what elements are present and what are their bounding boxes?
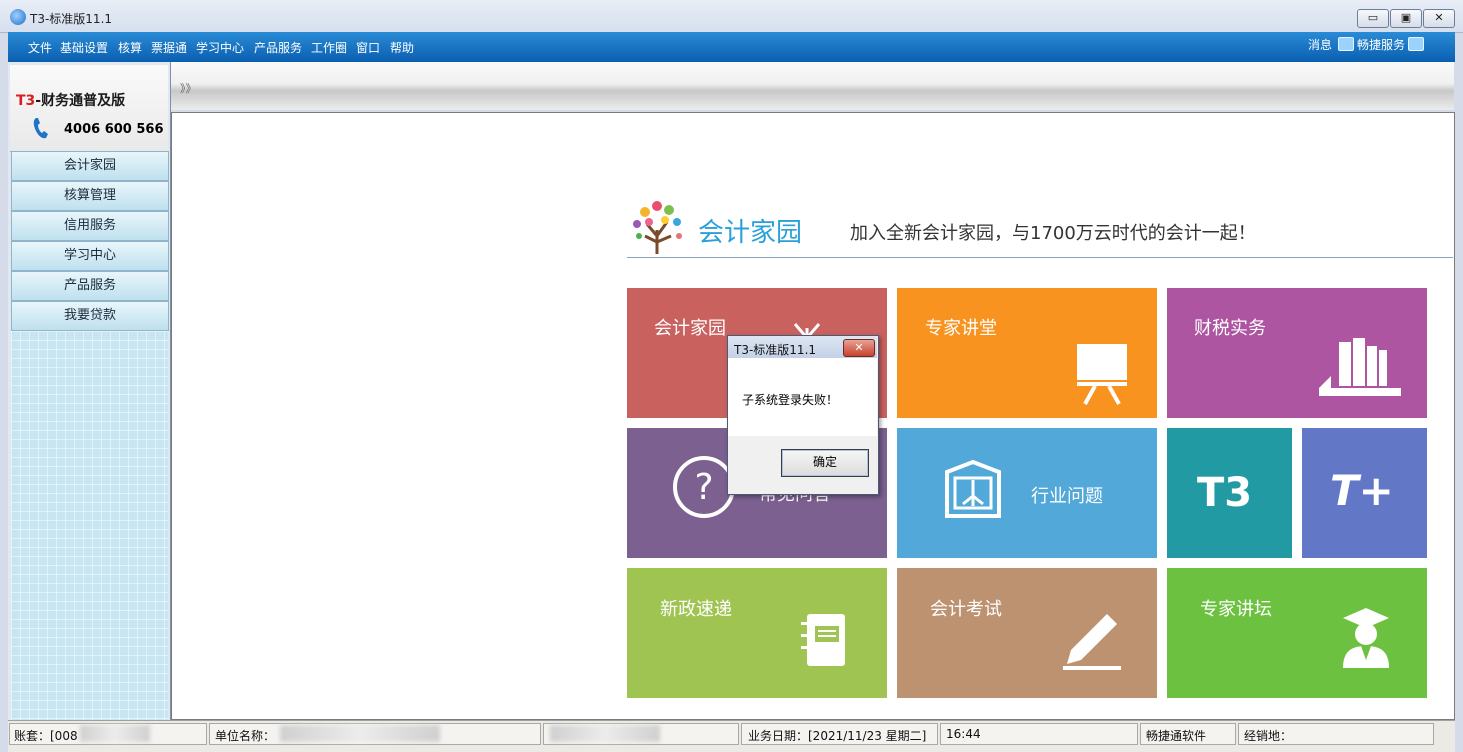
- nav-credit-service[interactable]: 信用服务: [11, 211, 169, 241]
- nav-background: [11, 331, 168, 720]
- expand-arrows-icon[interactable]: 》》: [180, 80, 197, 96]
- nav-accounting-home[interactable]: 会计家园: [11, 151, 169, 181]
- tile-expert-lecture[interactable]: 专家讲堂: [897, 288, 1157, 418]
- dialog-title: T3-标准版11.1: [734, 343, 817, 357]
- nav-product-service[interactable]: 产品服务: [11, 271, 169, 301]
- nav-learning-center[interactable]: 学习中心: [11, 241, 169, 271]
- service-icon[interactable]: [1408, 37, 1424, 51]
- tile-t3[interactable]: T3: [1167, 428, 1292, 558]
- messages-link[interactable]: 消息: [1308, 36, 1332, 53]
- tile-tax-practice[interactable]: 财税实务: [1167, 288, 1427, 418]
- menu-basic-settings[interactable]: 基础设置: [60, 39, 108, 56]
- notebook-icon: [801, 614, 845, 666]
- redacted-unit: [280, 725, 440, 742]
- menu-bill[interactable]: 票据通: [151, 39, 187, 56]
- pen-icon: [1063, 614, 1121, 670]
- header-divider: [627, 257, 1453, 258]
- minimize-button[interactable]: ▭: [1357, 9, 1389, 28]
- tile-industry-issues[interactable]: 行业问题: [897, 428, 1157, 558]
- board-icon: [1077, 344, 1127, 405]
- tile-tplus[interactable]: T+: [1302, 428, 1427, 558]
- chat-icon[interactable]: [1338, 37, 1354, 51]
- books-icon: [1319, 338, 1401, 396]
- menu-file[interactable]: 文件: [28, 39, 52, 56]
- support-phone: 4006 600 566: [64, 122, 164, 137]
- tree-logo-icon: [627, 196, 689, 256]
- tile-new-policy[interactable]: 新政速递: [627, 568, 887, 698]
- menu-help[interactable]: 帮助: [390, 39, 414, 56]
- status-account: 账套：[008: [14, 729, 78, 743]
- menu-workcircle[interactable]: 工作圈: [311, 39, 347, 56]
- status-business-date: 业务日期：[2021/11/23 星期二]: [748, 729, 927, 743]
- service-link[interactable]: 畅捷服务: [1357, 36, 1405, 53]
- dialog-close-button[interactable]: ✕: [843, 339, 875, 357]
- phone-icon: [32, 116, 48, 139]
- nav-accounting-management[interactable]: 核算管理: [11, 181, 169, 211]
- window-title: T3-标准版11.1: [30, 12, 113, 26]
- svg-text:?: ?: [694, 467, 713, 508]
- app-icon: [10, 9, 26, 25]
- nav-loan[interactable]: 我要贷款: [11, 301, 169, 331]
- dialog-message: 子系统登录失败！: [742, 393, 839, 407]
- tile-expert-forum[interactable]: 专家讲坛: [1167, 568, 1427, 698]
- menu-learning[interactable]: 学习中心: [196, 39, 244, 56]
- tile-accounting-exam[interactable]: 会计考试: [897, 568, 1157, 698]
- status-dealer: 经销地：: [1244, 729, 1293, 743]
- redacted-account: [80, 725, 150, 742]
- status-company: 畅捷通软件: [1146, 729, 1207, 743]
- close-button[interactable]: ✕: [1423, 9, 1455, 28]
- graduate-icon: [1343, 608, 1389, 668]
- menu-products[interactable]: 产品服务: [254, 39, 302, 56]
- title-bar: [0, 0, 1463, 33]
- status-unit: 单位名称：: [215, 729, 276, 743]
- product-name: T3-财务通普及版: [16, 93, 126, 109]
- brand-slogan: 加入全新会计家园，与1700万云时代的会计一起！: [850, 223, 1256, 244]
- tool-strip: [171, 62, 1454, 110]
- dialog-ok-button[interactable]: 确定: [781, 449, 869, 477]
- book-open-icon: [945, 460, 1001, 518]
- brand-title: 会计家园: [698, 218, 803, 248]
- restore-button[interactable]: ▣: [1390, 9, 1422, 28]
- menu-window[interactable]: 窗口: [356, 39, 380, 56]
- status-time: 16:44: [946, 727, 981, 741]
- menu-accounting[interactable]: 核算: [118, 39, 142, 56]
- redacted-user: [550, 725, 660, 742]
